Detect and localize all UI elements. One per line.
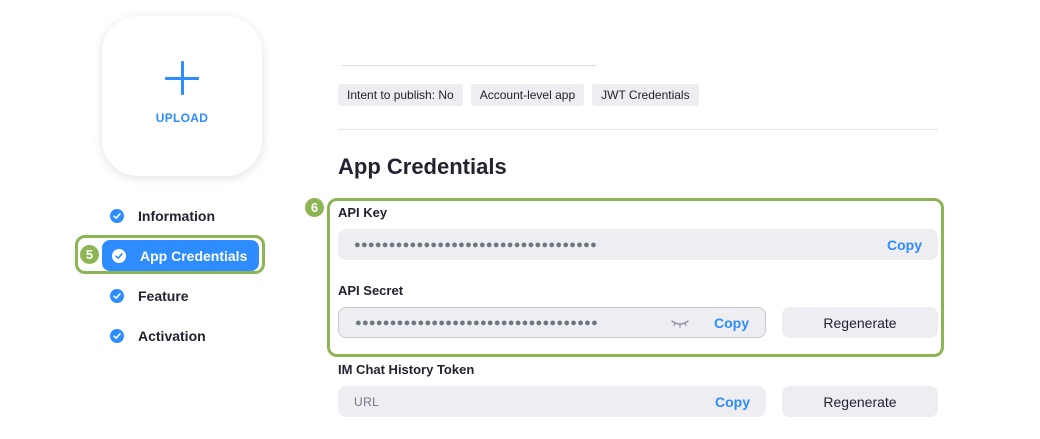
api-secret-value: ●●●●●●●●●●●●●●●●●●●●●●●●●●●●●●●●●●● — [355, 316, 599, 329]
divider — [342, 65, 596, 66]
tag-jwt-credentials: JWT Credentials — [592, 84, 699, 106]
check-circle-icon — [110, 329, 124, 343]
step-label: App Credentials — [140, 247, 248, 264]
page-title: App Credentials — [338, 154, 507, 179]
api-key-copy-button[interactable]: Copy — [887, 237, 922, 253]
api-key-field: ●●●●●●●●●●●●●●●●●●●●●●●●●●●●●●●●●●● Copy — [338, 229, 938, 260]
check-circle-icon — [110, 289, 124, 303]
upload-label: UPLOAD — [155, 111, 209, 125]
api-secret-copy-button[interactable]: Copy — [714, 315, 749, 331]
check-circle-icon — [110, 209, 124, 223]
im-token-regenerate-button[interactable]: Regenerate — [782, 386, 938, 417]
api-key-value: ●●●●●●●●●●●●●●●●●●●●●●●●●●●●●●●●●●● — [354, 238, 598, 251]
step-activation[interactable]: Activation — [110, 320, 206, 352]
step-information[interactable]: Information — [110, 200, 215, 232]
im-token-copy-button[interactable]: Copy — [715, 394, 750, 410]
eye-closed-icon[interactable] — [670, 318, 690, 328]
im-token-placeholder: URL — [354, 394, 380, 409]
step-label: Feature — [138, 288, 189, 304]
api-secret-field: ●●●●●●●●●●●●●●●●●●●●●●●●●●●●●●●●●●● Copy — [338, 307, 766, 338]
step-feature[interactable]: Feature — [110, 280, 189, 312]
divider — [338, 129, 938, 130]
check-circle-icon — [112, 248, 126, 263]
tag-intent-to-publish: Intent to publish: No — [338, 84, 463, 106]
step-app-credentials[interactable]: App Credentials — [102, 240, 260, 271]
im-token-label: IM Chat History Token — [338, 362, 475, 377]
step-label: Information — [138, 208, 215, 224]
im-token-field[interactable]: URL Copy — [338, 386, 766, 417]
callout-marker-5: 5 — [80, 245, 99, 264]
callout-marker-6: 6 — [305, 198, 324, 217]
plus-icon — [165, 61, 199, 95]
api-secret-label: API Secret — [338, 283, 404, 298]
api-secret-regenerate-button[interactable]: Regenerate — [782, 307, 938, 338]
tag-list: Intent to publish: No Account-level app … — [338, 84, 699, 106]
tag-account-level: Account-level app — [470, 84, 585, 106]
step-label: Activation — [138, 328, 206, 344]
api-key-label: API Key — [338, 205, 388, 220]
upload-card[interactable]: UPLOAD — [102, 16, 262, 176]
